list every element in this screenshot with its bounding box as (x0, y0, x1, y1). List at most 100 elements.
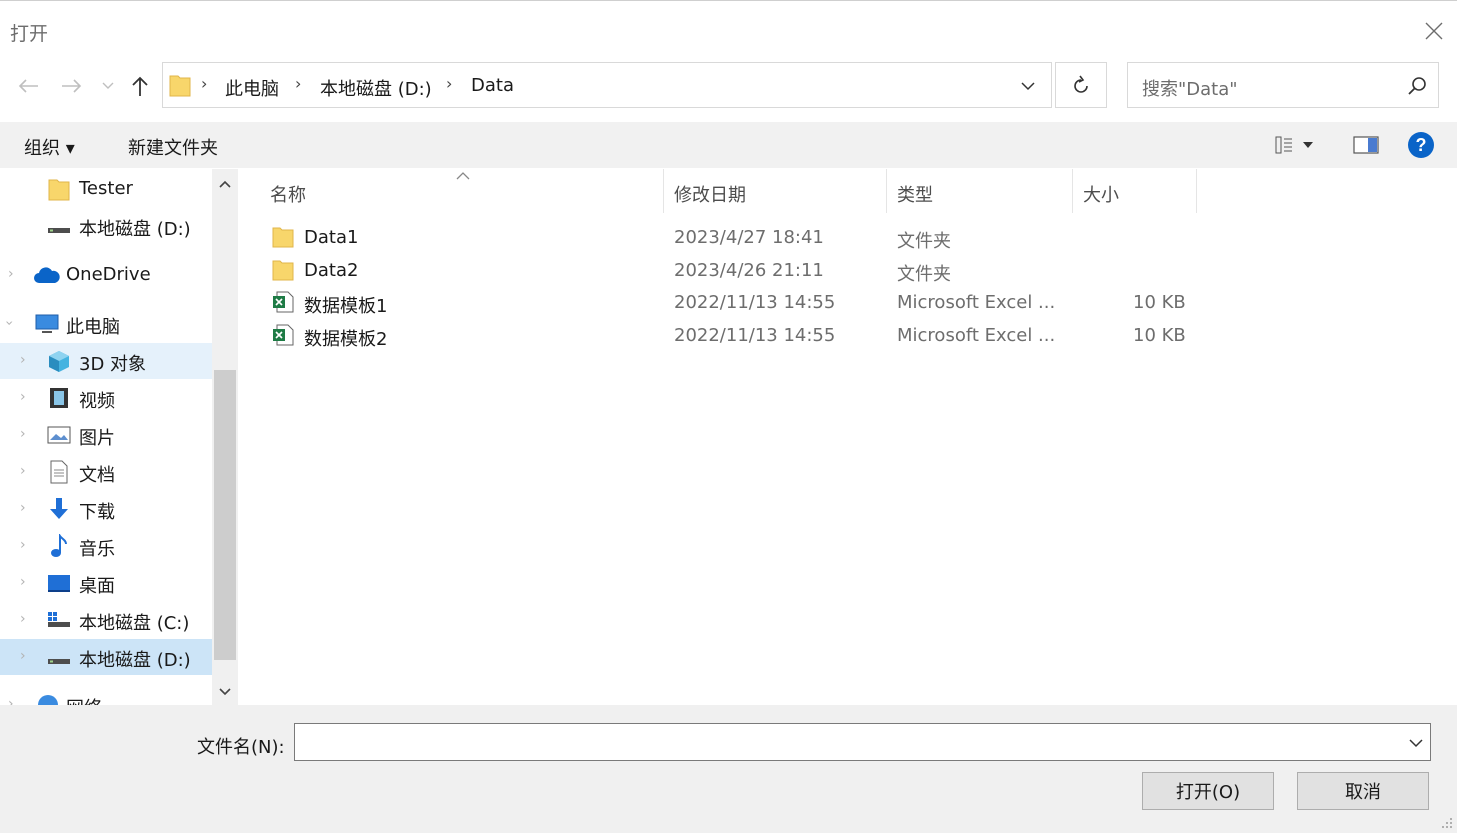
column-header-row: 名称 修改日期 类型 大小 (238, 169, 1457, 213)
file-size: 10 KB (1133, 325, 1186, 346)
image-icon (47, 426, 71, 444)
window-title: 打开 (10, 23, 49, 45)
file-row-template1[interactable]: 数据模板1 2022/11/13 14:55 Microsoft Excel .… (268, 287, 1448, 319)
network-icon (38, 695, 58, 705)
sidebar-item-pictures[interactable]: › 图片 (0, 417, 212, 453)
close-icon (1425, 22, 1443, 40)
refresh-icon (1074, 75, 1088, 93)
file-type: Microsoft Excel ... (897, 325, 1056, 346)
file-row-template2[interactable]: 数据模板2 2022/11/13 14:55 Microsoft Excel .… (268, 320, 1448, 352)
sidebar-item-drive-c[interactable]: › 本地磁盘 (C:) (0, 602, 212, 638)
sidebar-item-tester[interactable]: Tester (0, 171, 212, 207)
chevron-right-icon[interactable]: › (20, 574, 26, 590)
breadcrumb-drive-d[interactable]: 本地磁盘 (D:) (320, 75, 432, 101)
column-divider[interactable] (1196, 169, 1197, 213)
open-button[interactable]: 打开(O) (1142, 772, 1274, 810)
chevron-down-icon (1021, 81, 1035, 90)
folder-icon (169, 75, 191, 97)
file-row-data1[interactable]: Data1 2023/4/27 18:41 文件夹 (268, 222, 1448, 254)
arrow-right-icon (62, 79, 82, 93)
preview-pane-button[interactable] (1350, 132, 1382, 158)
arrow-left-icon (18, 79, 38, 93)
chevron-down-icon[interactable]: › (1, 320, 17, 326)
sort-ascending-icon (456, 172, 470, 180)
chevron-right-icon[interactable]: › (20, 500, 26, 516)
up-button[interactable] (126, 72, 154, 100)
excel-file-icon (273, 291, 294, 313)
sidebar-item-documents[interactable]: › 文档 (0, 454, 212, 490)
filename-input[interactable] (294, 723, 1431, 761)
file-list: 名称 修改日期 类型 大小 Data1 2023/4/27 18:41 文件夹 … (238, 169, 1457, 705)
cloud-icon (34, 267, 60, 283)
chevron-right-icon[interactable]: › (20, 463, 26, 479)
column-divider[interactable] (1072, 169, 1073, 213)
file-name: 数据模板1 (304, 296, 388, 317)
help-button[interactable]: ? (1405, 129, 1437, 161)
help-icon: ? (1408, 132, 1434, 158)
chevron-right-icon[interactable]: › (20, 648, 26, 664)
file-date: 2023/4/26 21:11 (674, 260, 824, 281)
chevron-right-icon[interactable]: › (8, 696, 14, 705)
resize-grip-icon[interactable] (1438, 814, 1454, 830)
caret-down-icon (1303, 142, 1313, 148)
filename-dropdown-button[interactable] (1403, 728, 1429, 758)
new-folder-button[interactable]: 新建文件夹 (128, 134, 218, 160)
file-type: 文件夹 (897, 231, 951, 252)
search-input[interactable]: 搜索"Data" (1142, 75, 1238, 101)
chevron-down-icon (1409, 738, 1423, 747)
forward-button[interactable] (58, 72, 86, 100)
scroll-thumb[interactable] (214, 370, 236, 660)
download-icon (50, 498, 68, 519)
refresh-button[interactable] (1055, 62, 1107, 108)
organize-menu[interactable]: 组织 ▾ (24, 134, 75, 160)
column-header-name[interactable]: 名称 (270, 181, 306, 207)
folder-icon (272, 260, 294, 281)
music-icon (51, 534, 67, 557)
folder-icon (48, 179, 70, 201)
scroll-down-button[interactable] (214, 681, 236, 703)
sidebar-item-drive-d[interactable]: › 本地磁盘 (D:) (0, 639, 212, 675)
column-header-date[interactable]: 修改日期 (674, 181, 746, 207)
column-header-type[interactable]: 类型 (897, 181, 933, 207)
chevron-right-icon[interactable]: › (20, 352, 26, 368)
details-view-icon (1275, 136, 1292, 154)
sidebar-item-drive-d-quick[interactable]: 本地磁盘 (D:) (0, 208, 212, 244)
breadcrumb-this-pc[interactable]: 此电脑 (225, 75, 279, 101)
command-bar: 组织 ▾ 新建文件夹 ? (0, 122, 1457, 168)
search-box[interactable]: 搜索"Data" (1127, 62, 1439, 108)
column-header-size[interactable]: 大小 (1083, 181, 1119, 207)
breadcrumb-separator: › (446, 74, 453, 93)
scroll-up-button[interactable] (214, 173, 236, 195)
column-divider[interactable] (663, 169, 664, 213)
column-divider[interactable] (886, 169, 887, 213)
file-name: Data2 (304, 260, 359, 281)
sidebar-item-desktop[interactable]: › 桌面 (0, 565, 212, 601)
sidebar-item-downloads[interactable]: › 下载 (0, 491, 212, 527)
desktop-icon (48, 575, 70, 592)
sidebar-item-this-pc[interactable]: › 此电脑 (0, 306, 212, 342)
breadcrumb-separator: › (201, 74, 208, 93)
breadcrumb-data[interactable]: Data (471, 75, 514, 96)
cancel-button[interactable]: 取消 (1297, 772, 1429, 810)
chevron-right-icon[interactable]: › (20, 537, 26, 553)
chevron-right-icon[interactable]: › (20, 426, 26, 442)
chevron-right-icon[interactable]: › (8, 266, 14, 282)
document-icon (50, 460, 68, 484)
title-bar: 打开 (0, 0, 1457, 60)
recent-locations-button[interactable] (98, 76, 118, 96)
close-button[interactable] (1416, 13, 1452, 49)
address-bar[interactable]: › 此电脑 › 本地磁盘 (D:) › Data (162, 62, 1052, 108)
address-dropdown-button[interactable] (1015, 75, 1041, 97)
file-date: 2023/4/27 18:41 (674, 227, 824, 248)
sidebar-item-music[interactable]: › 音乐 (0, 528, 212, 564)
back-button[interactable] (14, 72, 42, 100)
file-name: 数据模板2 (304, 329, 388, 350)
sidebar-item-network[interactable]: › 网络 (0, 687, 212, 705)
chevron-right-icon[interactable]: › (20, 389, 26, 405)
sidebar-item-videos[interactable]: › 视频 (0, 380, 212, 416)
view-options-button[interactable] (1264, 132, 1324, 158)
sidebar-item-3d-objects[interactable]: › 3D 对象 (0, 343, 212, 379)
file-row-data2[interactable]: Data2 2023/4/26 21:11 文件夹 (268, 255, 1448, 287)
sidebar-item-onedrive[interactable]: › OneDrive (0, 257, 212, 293)
chevron-right-icon[interactable]: › (20, 611, 26, 627)
